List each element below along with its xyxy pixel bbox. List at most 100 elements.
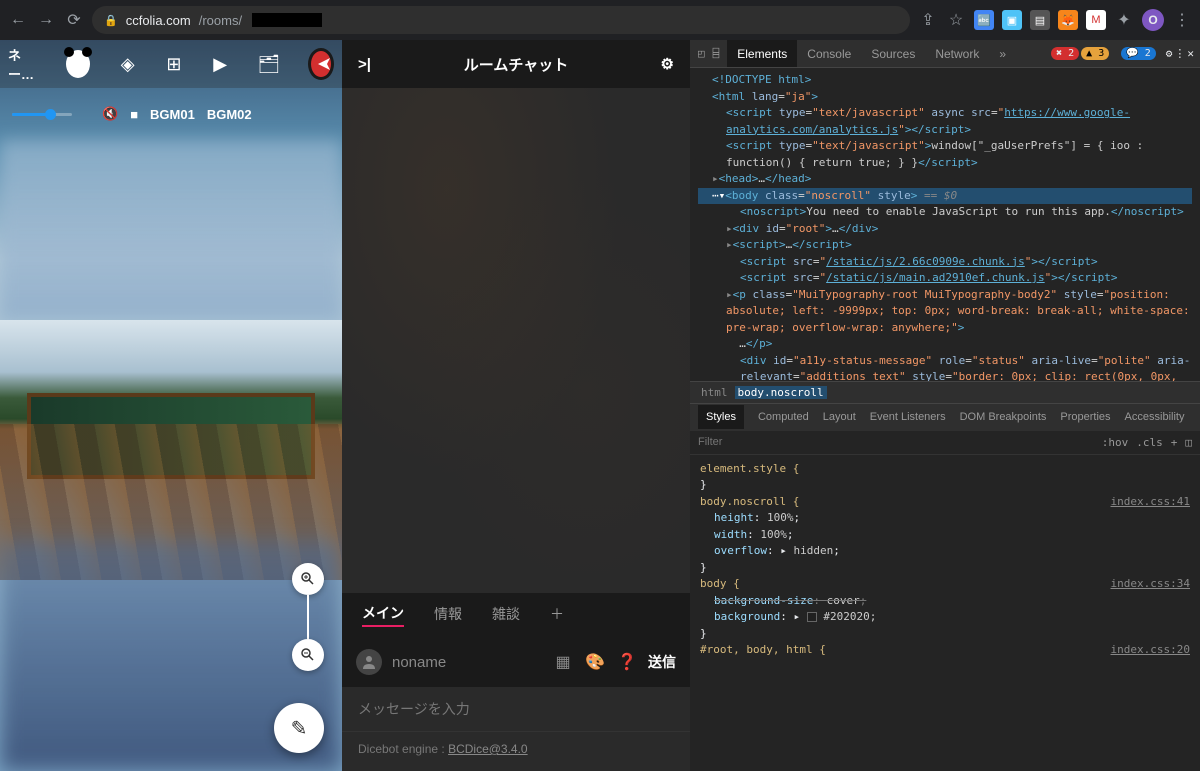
extension-3-icon[interactable]: ▤ [1030,10,1050,30]
bc-body[interactable]: body.noscroll [735,386,827,399]
audio-bar: 🔇 ■ BGM01 BGM02 [0,96,342,132]
reload-button[interactable]: ⟳ [64,10,84,30]
css-source-20[interactable]: index.css:20 [1111,642,1190,659]
bgm2-button[interactable]: BGM02 [207,107,252,122]
css-source-41[interactable]: index.css:41 [1111,494,1190,511]
add-rule-icon[interactable]: + [1171,436,1178,449]
list-icon[interactable]: ▦ [552,652,574,672]
extension-translate-icon[interactable]: 🔤 [974,10,994,30]
tab-elements[interactable]: Elements [727,40,797,67]
chat-input-row: noname ▦ 🎨 ❓ 送信 [342,637,690,687]
styles-tab-listeners[interactable]: Event Listeners [870,411,946,423]
devtools-settings-icon[interactable]: ⚙ [1166,47,1173,60]
tab-network[interactable]: Network [925,40,989,67]
extension-metamask-icon[interactable]: 🦊 [1058,10,1078,30]
warn-badge[interactable]: ▲ 3 [1081,47,1109,60]
styles-tab-layout[interactable]: Layout [823,411,856,423]
extension-gmail-icon[interactable]: M [1086,10,1106,30]
hov-toggle[interactable]: :hov [1102,436,1129,449]
chat-title: ルームチャット [464,54,568,75]
styles-tab-styles[interactable]: Styles [698,405,744,429]
help-icon[interactable]: ❓ [616,652,638,672]
selected-body-node[interactable]: ⋯▾<body class="noscroll" style> == $0 [698,188,1192,205]
noscript-text: You need to enable JavaScript to run thi… [806,205,1111,218]
chunk2-link[interactable]: /static/js/main.ad2910ef.chunk.js [826,271,1045,284]
bc-html[interactable]: html [698,386,731,399]
extensions-button[interactable]: ✦ [1114,10,1134,30]
inspect-icon[interactable]: ◰ [698,47,705,60]
tab-sources[interactable]: Sources [861,40,925,67]
settings-icon[interactable]: ⚙ [661,55,674,73]
username[interactable]: noname [392,654,542,671]
styles-tab-a11y[interactable]: Accessibility [1125,411,1185,423]
devtools: ◰ ⌸ Elements Console Sources Network » ✖… [690,40,1200,771]
url-path: /rooms/ [199,13,242,28]
error-badge[interactable]: ✖ 2 [1051,47,1079,60]
palette-icon[interactable]: 🎨 [584,652,606,672]
devtools-badges[interactable]: ✖ 2▲ 3 💬 2 ⚙ ⋮ ✕ [1045,47,1200,60]
styles-tab-properties[interactable]: Properties [1060,411,1110,423]
devtools-tabs: ◰ ⌸ Elements Console Sources Network » ✖… [690,40,1200,68]
collapse-button[interactable]: >| [358,56,371,73]
game-toolbar: ネー… ◈ ⊞ ▶ 🗂 [0,40,342,88]
chat-panel: >| ルームチャット ⚙ メイン 情報 雑談 ＋ noname ▦ 🎨 ❓ 送信… [342,40,690,771]
zoom-out-button[interactable] [292,639,324,671]
filter-input[interactable] [698,436,1102,448]
dom-breadcrumb[interactable]: html body.noscroll [690,381,1200,403]
chat-tabs: メイン 情報 雑談 ＋ [342,593,690,637]
tab-console[interactable]: Console [797,40,861,67]
back-button[interactable]: ← [8,10,28,30]
volume-slider[interactable] [12,113,72,116]
screen-icon[interactable]: ▶ [211,54,229,75]
record-icon[interactable] [308,48,334,80]
menu-button[interactable]: ⋮ [1172,10,1192,30]
panda-icon[interactable] [66,50,90,78]
stop-icon[interactable]: ■ [130,107,138,122]
device-icon[interactable]: ⌸ [713,47,720,60]
css-source-34[interactable]: index.css:34 [1111,576,1190,593]
cls-toggle[interactable]: .cls [1136,436,1163,449]
edit-fab[interactable]: ✎ [274,703,324,753]
chunk1-link[interactable]: /static/js/2.66c0909e.chunk.js [826,255,1025,268]
user-avatar-icon[interactable] [356,649,382,675]
zoom-in-button[interactable] [292,563,324,595]
chat-header: >| ルームチャット ⚙ [342,40,690,88]
styles-tab-computed[interactable]: Computed [758,411,809,423]
add-icon[interactable]: ⊞ [165,54,183,75]
bgm1-button[interactable]: BGM01 [150,107,195,122]
dicebot-label: Dicebot engine : [358,742,448,756]
tab-add[interactable]: ＋ [550,604,564,626]
forward-button[interactable]: → [36,10,56,30]
layers-icon[interactable]: ◈ [118,54,136,75]
extension-2-icon[interactable]: ▣ [1002,10,1022,30]
styles-tabs: Styles Computed Layout Event Listeners D… [690,403,1200,431]
room-title[interactable]: ネー… [8,45,38,83]
zoom-track[interactable] [307,595,309,639]
browser-bar: ← → ⟳ 🔒 ccfolia.com/rooms/ ⇪ ☆ 🔤 ▣ ▤ 🦊 M… [0,0,1200,40]
devtools-menu-icon[interactable]: ⋮ [1174,47,1185,60]
styles-tab-breakpoints[interactable]: DOM Breakpoints [960,411,1047,423]
devtools-close-icon[interactable]: ✕ [1187,47,1194,60]
styles-body[interactable]: element.style { } index.css:41body.noscr… [690,455,1200,771]
mute-icon[interactable]: 🔇 [102,106,118,122]
send-button[interactable]: 送信 [648,652,676,672]
url-bar[interactable]: 🔒 ccfolia.com/rooms/ [92,6,910,34]
elements-tree[interactable]: <!DOCTYPE html> <html lang="ja"> <script… [690,68,1200,381]
styles-filter: :hov .cls + ◫ [690,431,1200,455]
info-badge[interactable]: 💬 2 [1121,47,1156,60]
profile-avatar[interactable]: O [1142,9,1164,31]
url-domain: ccfolia.com [126,13,191,28]
folder-icon[interactable]: 🗂 [257,54,280,75]
url-redacted [252,13,322,27]
tab-info[interactable]: 情報 [434,604,462,626]
dicebot-link[interactable]: BCDice@3.4.0 [448,742,528,756]
dicebot-footer: Dicebot engine : BCDice@3.4.0 [342,731,690,771]
panels-icon[interactable]: ◫ [1185,436,1192,449]
tab-casual[interactable]: 雑談 [492,604,520,626]
message-input[interactable]: メッセージを入力 [342,687,690,731]
star-icon[interactable]: ☆ [946,10,966,30]
share-icon[interactable]: ⇪ [918,10,938,30]
tab-main[interactable]: メイン [362,603,404,627]
tab-more[interactable]: » [989,40,1016,67]
chat-messages[interactable] [342,88,690,593]
